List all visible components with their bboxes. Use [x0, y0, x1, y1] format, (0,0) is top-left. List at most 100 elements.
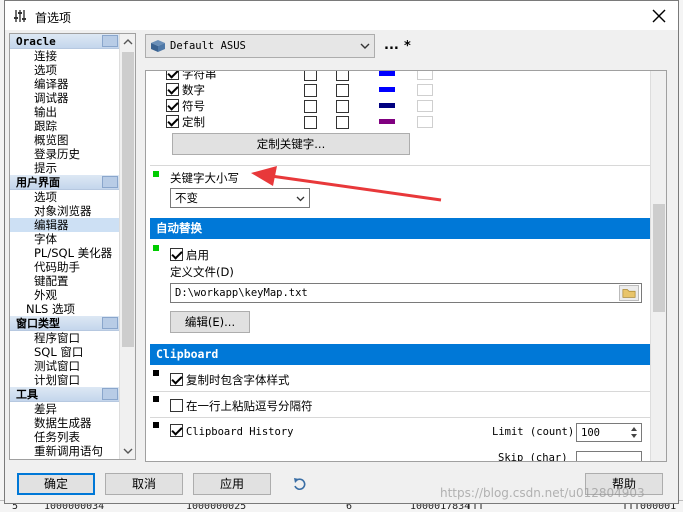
bold-checkbox[interactable] [304, 100, 317, 113]
tree-group-oracle[interactable]: Oracle [10, 34, 120, 49]
tree-item[interactable]: 代码助手 [10, 260, 120, 274]
text-color-swatch[interactable] [379, 119, 395, 124]
tree-item[interactable]: 程序窗口 [10, 331, 120, 345]
tree-item[interactable]: 提示 [10, 161, 120, 175]
tree-item[interactable]: 数据生成器 [10, 416, 120, 430]
profile-more-button[interactable]: ... [384, 38, 399, 53]
spinner-icon[interactable] [629, 425, 639, 440]
tree-item[interactable]: 概览图 [10, 133, 120, 147]
ok-button[interactable]: 确定 [17, 473, 95, 495]
bold-checkbox[interactable] [304, 71, 317, 81]
tree-item[interactable]: 调试器 [10, 91, 120, 105]
tree-item[interactable]: 重新调用语句 [10, 444, 120, 458]
option-checkbox[interactable] [170, 373, 183, 386]
bold-checkbox[interactable] [304, 84, 317, 97]
bold-checkbox[interactable] [304, 116, 317, 129]
tree-scrollbar[interactable] [119, 34, 135, 459]
tree-item[interactable]: 对象浏览器 [10, 204, 120, 218]
section-marker [153, 422, 159, 428]
editor-settings-panel: 字符串 数字 符号 定制 定制关键字... 关键字大小写 不变 自动替换 启用 … [145, 70, 667, 462]
section-marker [153, 370, 159, 376]
background-color-swatch[interactable] [417, 116, 433, 128]
scroll-up-icon[interactable] [123, 37, 133, 47]
definition-file-label: 定义文件(D) [170, 265, 234, 279]
tree-group-tools[interactable]: 工具 [10, 387, 120, 402]
tree-item[interactable]: NLS 选项 [10, 302, 120, 316]
collapse-icon[interactable] [102, 35, 118, 47]
partial-input[interactable] [576, 451, 642, 461]
tree-item-editor-selected[interactable]: 编辑器 [10, 218, 120, 232]
definition-file-input[interactable]: D:\workapp\keyMap.txt [170, 283, 642, 303]
tree-item[interactable]: 登录历史 [10, 147, 120, 161]
chevron-down-icon [360, 43, 370, 49]
profile-select[interactable]: Default ASUS [145, 34, 375, 58]
option-label: 在一行上粘贴逗号分隔符 [186, 399, 313, 413]
limit-value: 100 [581, 427, 600, 439]
italic-checkbox[interactable] [336, 71, 349, 81]
italic-checkbox[interactable] [336, 84, 349, 97]
annotation-arrow-icon [251, 166, 442, 202]
scroll-down-icon[interactable] [123, 446, 133, 456]
keyword-label: 数字 [182, 83, 205, 97]
keyword-row: 定制 [166, 114, 205, 130]
tree-item[interactable]: 编译器 [10, 77, 120, 91]
background-color-swatch[interactable] [417, 84, 433, 96]
tree-item[interactable]: 字体 [10, 232, 120, 246]
keyword-checkbox[interactable] [166, 71, 179, 80]
group-title: Oracle [16, 35, 56, 48]
italic-checkbox[interactable] [336, 116, 349, 129]
keyword-row: 字符串 [166, 70, 217, 82]
background-color-swatch[interactable] [417, 71, 433, 80]
option-checkbox[interactable] [170, 399, 183, 412]
collapse-icon[interactable] [102, 388, 118, 400]
refresh-icon[interactable] [292, 476, 308, 492]
tree-item[interactable]: 外观 [10, 288, 120, 302]
custom-keywords-button[interactable]: 定制关键字... [172, 133, 410, 155]
section-marker [153, 171, 159, 177]
title-bar: 首选项 [5, 1, 678, 31]
background-color-swatch[interactable] [417, 100, 433, 112]
tree-item[interactable]: 任务列表 [10, 430, 120, 444]
collapse-icon[interactable] [102, 317, 118, 329]
tree-item[interactable]: 连接 [10, 49, 120, 63]
section-marker [153, 396, 159, 402]
close-icon[interactable] [650, 7, 668, 25]
tree-item[interactable]: 选项 [10, 190, 120, 204]
tree-item[interactable]: 跟踪 [10, 119, 120, 133]
tree-item[interactable]: SQL 窗口 [10, 345, 120, 359]
apply-button[interactable]: 应用 [193, 473, 271, 495]
tree-content: Oracle 连接 选项 编译器 调试器 输出 跟踪 概览图 登录历史 提示 用… [10, 34, 120, 458]
limit-input[interactable]: 100 [576, 423, 642, 442]
keyword-checkbox[interactable] [166, 83, 179, 96]
keyword-label: 字符串 [182, 70, 217, 81]
profile-value: Default ASUS [170, 40, 246, 52]
folder-open-icon[interactable] [619, 285, 639, 301]
italic-checkbox[interactable] [336, 100, 349, 113]
keyword-checkbox[interactable] [166, 115, 179, 128]
collapse-icon[interactable] [102, 176, 118, 188]
tree-item[interactable]: 键配置 [10, 274, 120, 288]
tree-item[interactable]: 差异 [10, 402, 120, 416]
group-title: 用户界面 [16, 176, 60, 189]
tree-item[interactable]: PL/SQL 美化器 [10, 246, 120, 260]
clipboard-option: Clipboard History [170, 424, 293, 440]
scroll-thumb[interactable] [653, 204, 665, 312]
tree-group-ui[interactable]: 用户界面 [10, 175, 120, 190]
option-label: 复制时包含字体样式 [186, 373, 290, 387]
tree-item[interactable]: 测试窗口 [10, 359, 120, 373]
text-color-swatch[interactable] [379, 87, 395, 92]
tree-item[interactable]: 计划窗口 [10, 373, 120, 387]
keyword-checkbox[interactable] [166, 99, 179, 112]
option-checkbox[interactable] [170, 424, 183, 437]
tree-item[interactable]: 选项 [10, 63, 120, 77]
edit-file-button[interactable]: 编辑(E)... [170, 311, 250, 333]
content-scrollbar[interactable] [650, 71, 666, 461]
keyword-label: 定制 [182, 115, 205, 129]
tree-item[interactable]: 输出 [10, 105, 120, 119]
scroll-thumb[interactable] [122, 52, 134, 347]
tree-group-window-types[interactable]: 窗口类型 [10, 316, 120, 331]
text-color-swatch[interactable] [379, 103, 395, 108]
enable-checkbox[interactable] [170, 248, 183, 261]
cancel-button[interactable]: 取消 [105, 473, 183, 495]
text-color-swatch[interactable] [379, 71, 395, 76]
